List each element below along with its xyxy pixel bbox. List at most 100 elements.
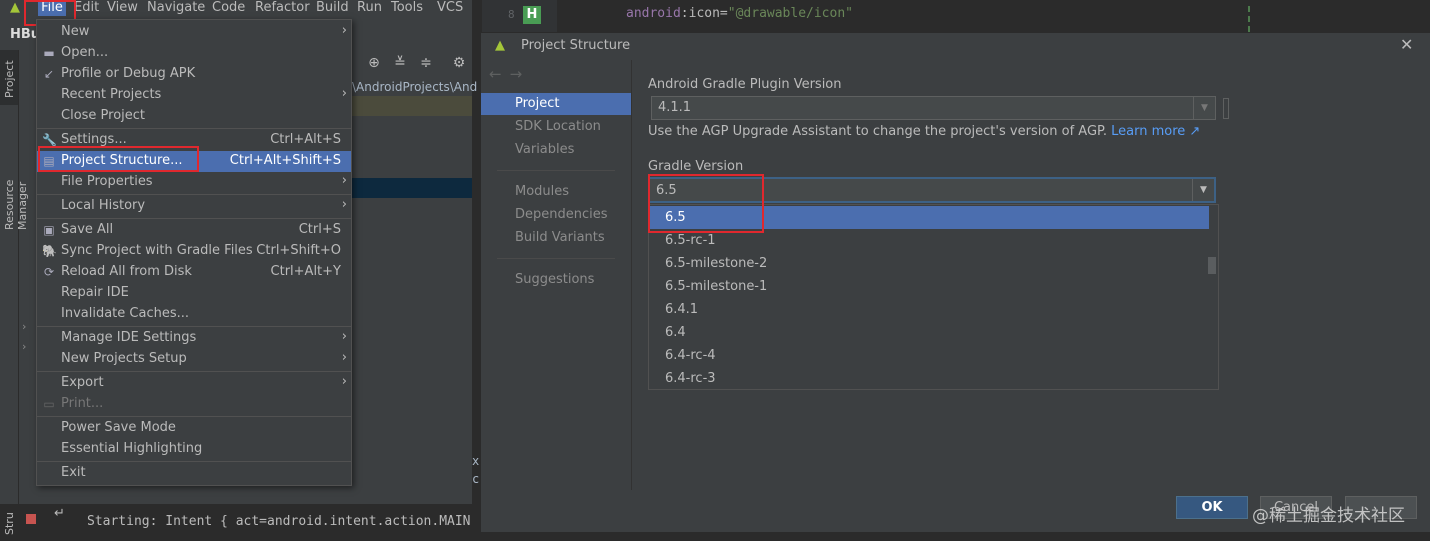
menu-view[interactable]: View xyxy=(107,0,138,16)
agp-version-combo[interactable]: 4.1.1 ▼ xyxy=(651,96,1216,120)
menu-item-label: New xyxy=(61,24,90,39)
menu-item-power-save-mode[interactable]: Power Save Mode xyxy=(37,418,351,439)
gradle-option[interactable]: 6.5-milestone-1 xyxy=(649,275,1209,298)
menu-item-open[interactable]: ▬ Open... xyxy=(37,43,351,64)
tab-resource-manager[interactable]: Resource Manager xyxy=(3,130,29,230)
gear-icon[interactable]: ⚙ xyxy=(451,55,467,71)
dropdown-scrollbar[interactable] xyxy=(1208,257,1216,274)
change-marker xyxy=(1248,6,1262,32)
menu-item-label: Reload All from Disk xyxy=(61,264,192,279)
chevron-right-icon: › xyxy=(341,86,347,101)
menu-tools[interactable]: Tools xyxy=(391,0,423,16)
menu-item-label: Power Save Mode xyxy=(61,420,176,435)
menu-refactor[interactable]: Refactor xyxy=(255,0,310,16)
code-namespace: android xyxy=(626,6,681,21)
chevron-right-icon[interactable]: › xyxy=(22,320,26,333)
menu-item-repair-ide[interactable]: Repair IDE xyxy=(37,283,351,304)
nav-item-label: Suggestions xyxy=(515,272,595,287)
nav-separator xyxy=(497,170,615,171)
highlight-project-structure xyxy=(38,146,199,172)
run-console-text: Starting: Intent { act=android.intent.ac… xyxy=(87,514,471,529)
nav-item-suggestions[interactable]: Suggestions xyxy=(481,269,631,291)
tab-project-label[interactable]: Project xyxy=(3,58,16,98)
line-number: 8 xyxy=(508,8,515,21)
chevron-right-icon[interactable]: › xyxy=(22,340,26,353)
dialog-title: Project Structure xyxy=(521,38,631,53)
agp-version-value: 4.1.1 xyxy=(658,100,692,115)
menu-item-manage-ide-settings[interactable]: Manage IDE Settings › xyxy=(37,328,351,349)
nav-item-label: SDK Location xyxy=(515,119,601,134)
wrap-icon[interactable]: ↵ xyxy=(54,506,65,521)
menu-build[interactable]: Build xyxy=(316,0,349,16)
nav-item-build-variants[interactable]: Build Variants xyxy=(481,227,631,249)
menu-vcs[interactable]: VCS xyxy=(437,0,463,16)
menu-item-close-project[interactable]: Close Project xyxy=(37,106,351,127)
gradle-option[interactable]: 6.5-milestone-2 xyxy=(649,252,1209,275)
menu-item-sync-gradle[interactable]: 🐘 Sync Project with Gradle Files Ctrl+Shif… xyxy=(37,241,351,262)
menu-item-profile-debug-apk[interactable]: ↙ Profile or Debug APK xyxy=(37,64,351,85)
android-logo-icon: ▲ xyxy=(10,0,20,15)
collapse-all-icon[interactable]: ≑ xyxy=(418,55,434,71)
gradle-option[interactable]: 6.4.1 xyxy=(649,298,1209,321)
ok-button[interactable]: OK xyxy=(1176,496,1248,519)
menu-item-shortcut: Ctrl+S xyxy=(298,222,341,237)
menu-item-local-history[interactable]: Local History › xyxy=(37,196,351,217)
learn-more-link[interactable]: Learn more ↗ xyxy=(1111,124,1200,139)
nav-separator xyxy=(497,258,615,259)
gradle-version-label: Gradle Version xyxy=(648,159,744,174)
editor-side-text: x c xyxy=(472,454,480,486)
menu-item-label: Save All xyxy=(61,222,114,237)
chevron-down-icon: ▼ xyxy=(1193,97,1215,119)
profile-apk-icon: ↙ xyxy=(43,67,55,81)
nav-item-label: Dependencies xyxy=(515,207,608,222)
stop-icon[interactable] xyxy=(26,514,36,524)
menu-item-save-all[interactable]: ▣ Save All Ctrl+S xyxy=(37,220,351,241)
menu-item-exit[interactable]: Exit xyxy=(37,463,351,484)
menu-run[interactable]: Run xyxy=(357,0,382,16)
gradle-option[interactable]: 6.4-rc-3 xyxy=(649,367,1209,390)
expand-all-icon[interactable]: ≚ xyxy=(392,55,408,71)
gradle-option[interactable]: 6.4 xyxy=(649,321,1209,344)
menu-edit[interactable]: Edit xyxy=(74,0,99,16)
chevron-down-icon[interactable]: ▼ xyxy=(1192,179,1214,201)
menu-item-shortcut: Ctrl+Alt+S xyxy=(270,132,341,147)
editor-area xyxy=(482,0,1430,32)
nav-item-variables[interactable]: Variables xyxy=(481,139,631,161)
menu-item-file-properties[interactable]: File Properties › xyxy=(37,172,351,193)
menu-item-label: Manage IDE Settings xyxy=(61,330,197,345)
menu-item-invalidate-caches[interactable]: Invalidate Caches... xyxy=(37,304,351,325)
nav-back-forward-icon[interactable]: ←→ xyxy=(489,65,530,83)
menu-item-label: Essential Highlighting xyxy=(61,441,203,456)
menu-item-recent-projects[interactable]: Recent Projects › xyxy=(37,85,351,106)
tab-structure[interactable]: Stru xyxy=(3,505,16,535)
nav-item-dependencies[interactable]: Dependencies xyxy=(481,204,631,226)
nav-item-project[interactable]: Project xyxy=(481,93,631,115)
menu-item-essential-highlighting[interactable]: Essential Highlighting xyxy=(37,439,351,460)
nav-item-modules[interactable]: Modules xyxy=(481,181,631,203)
menu-item-label: File Properties xyxy=(61,174,153,189)
code-line[interactable]: android:icon="@drawable/icon" xyxy=(626,6,853,21)
menu-item-reload-from-disk[interactable]: ⟳ Reload All from Disk Ctrl+Alt+Y xyxy=(37,262,351,283)
close-icon[interactable]: ✕ xyxy=(1400,35,1413,54)
menu-item-export[interactable]: Export › xyxy=(37,373,351,394)
target-icon[interactable]: ⊕ xyxy=(366,55,382,71)
gradle-option[interactable]: 6.4-rc-4 xyxy=(649,344,1209,367)
menu-separator xyxy=(37,461,351,462)
agp-note: Use the AGP Upgrade Assistant to change … xyxy=(648,124,1200,139)
nav-item-label: Modules xyxy=(515,184,570,199)
gradle-option-label: 6.4-rc-3 xyxy=(665,371,716,386)
menu-item-label: Local History xyxy=(61,198,146,213)
menu-separator xyxy=(37,128,351,129)
menu-item-label: Open... xyxy=(61,45,109,60)
highlight-gradle-version xyxy=(648,174,764,233)
chevron-right-icon: › xyxy=(341,23,347,38)
bottom-strip xyxy=(480,532,1430,541)
nav-item-sdk-location[interactable]: SDK Location xyxy=(481,116,631,138)
menu-item-shortcut: Ctrl+Alt+Y xyxy=(270,264,341,279)
menu-item-new-projects-setup[interactable]: New Projects Setup › xyxy=(37,349,351,370)
menu-item-label: Export xyxy=(61,375,104,390)
menu-navigate[interactable]: Navigate xyxy=(147,0,205,16)
menu-item-label: Repair IDE xyxy=(61,285,129,300)
menu-item-new[interactable]: New › xyxy=(37,22,351,43)
menu-code[interactable]: Code xyxy=(212,0,245,16)
